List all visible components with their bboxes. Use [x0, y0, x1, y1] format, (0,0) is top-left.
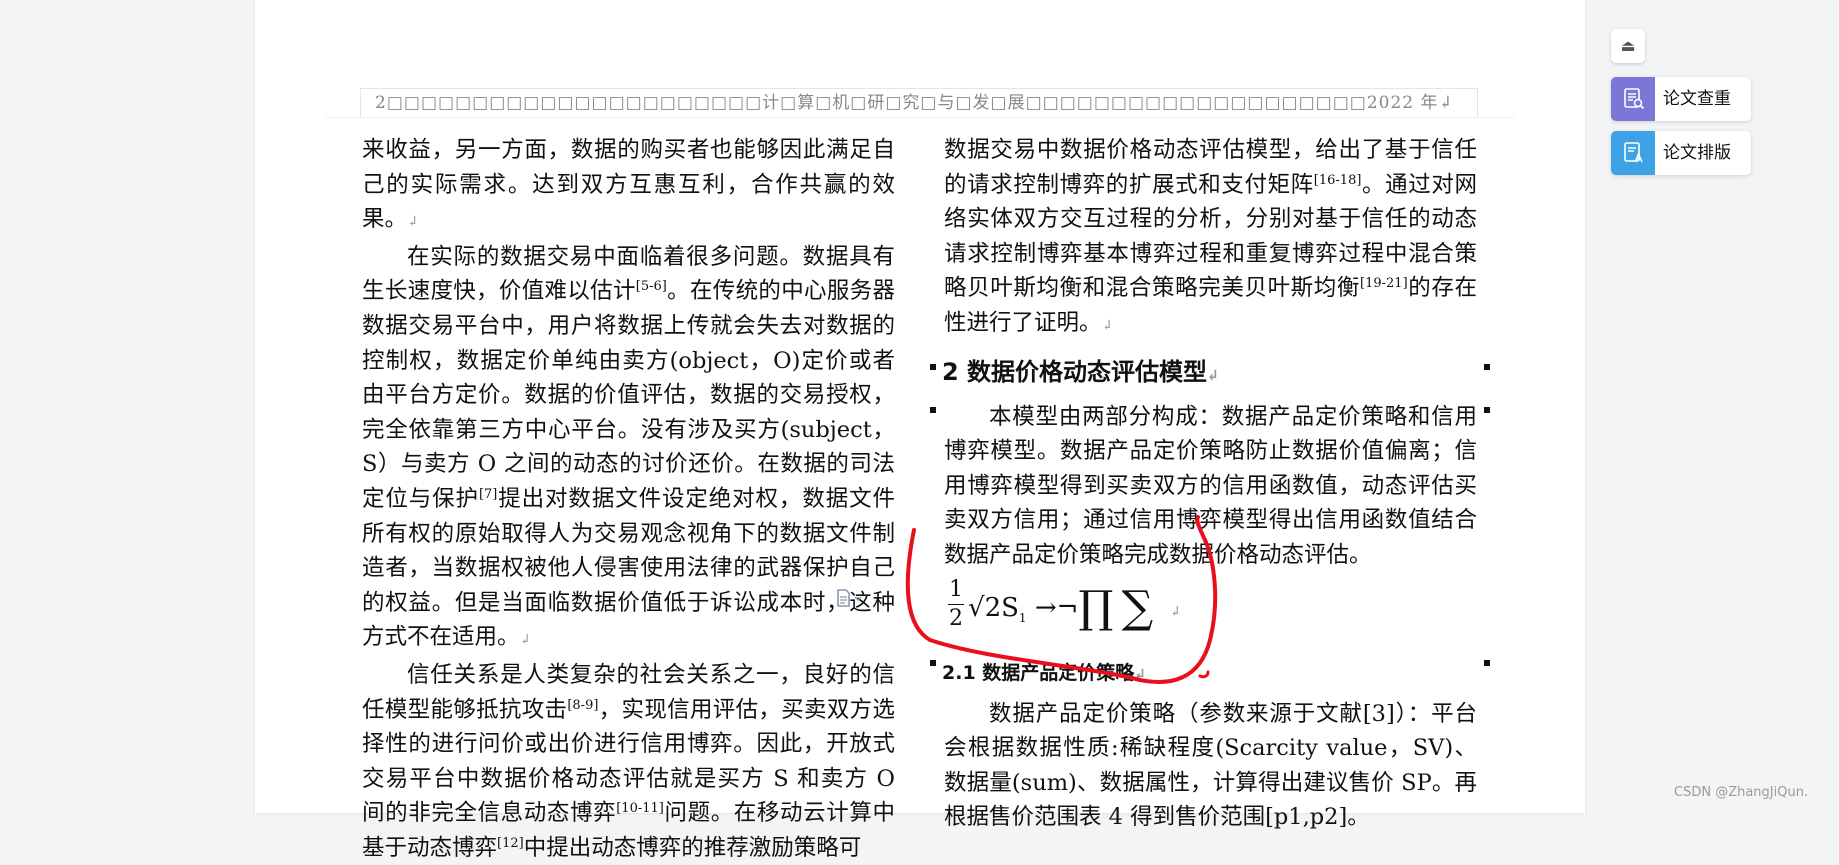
citation: [8-9]	[567, 697, 599, 713]
paragraph: 来收益，另一方面，数据的购买者也能够因此满足自己的实际需求。达到双方互惠互利，合…	[362, 137, 895, 233]
paste-options-icon[interactable]	[835, 588, 871, 612]
subsection-heading: 2.1 数据产品定价策略↲	[942, 661, 1147, 684]
citation: [19-21]	[1360, 276, 1408, 292]
paper-check-button[interactable]: 论文查重	[1611, 77, 1751, 121]
citation: [5-6]	[635, 279, 667, 295]
selection-handle	[1484, 407, 1490, 413]
equation-body: √2S1 →¬∏ ∑ ↲	[968, 581, 1182, 633]
paragraph-mark: ↲	[1169, 603, 1182, 620]
citation: [16-18]	[1313, 172, 1362, 188]
paragraph-mark: ↲	[407, 214, 419, 231]
left-column: 来收益，另一方面，数据的购买者也能够因此满足自己的实际需求。达到双方互惠互利，合…	[362, 133, 895, 865]
paper-check-label: 论文查重	[1663, 89, 1731, 109]
citation: [7]	[478, 486, 498, 502]
paragraph: 数据产品定价策略（参数来源于文献[3]）：平台会根据数据性质:稀缺程度(Scar…	[944, 700, 1477, 831]
paragraph: 信任关系是人类复杂的社会关系之一，良好的信任模型能够抵抗攻击[8-9]，实现信用…	[362, 661, 895, 861]
equation[interactable]: 1 2 √2S1 →¬∏ ∑ ↲	[944, 573, 1477, 651]
document-search-icon	[1611, 77, 1655, 121]
selection-handle	[930, 364, 936, 370]
paper-layout-button[interactable]: 论文排版	[1611, 131, 1751, 175]
eject-icon: ⏏	[1620, 36, 1636, 55]
running-header: 2□□□□□□□□□□□□□□□□□□□□□□计□算□机□研□究□与□发□展□□…	[375, 93, 1454, 113]
selection-handle	[1484, 364, 1490, 370]
document-format-icon	[1611, 131, 1655, 175]
citation: [12]	[497, 835, 524, 851]
paragraph-mark: ↲	[1101, 317, 1114, 334]
selection-handle	[930, 407, 936, 413]
paper-layout-label: 论文排版	[1663, 143, 1731, 163]
selection-handle	[930, 660, 936, 666]
paragraph-mark: ↲	[1207, 367, 1219, 384]
paragraph: 在实际的数据交易中面临着很多问题。数据具有生长速度快，价值难以估计[5-6]。在…	[362, 243, 895, 651]
selection-handle	[1484, 660, 1490, 666]
paragraph: 本模型由两部分构成：数据产品定价策略和信用博弈模型。数据产品定价策略防止数据价值…	[944, 403, 1477, 568]
section-heading: 2 数据价格动态评估模型↲	[942, 357, 1219, 386]
paragraph: 数据交易中数据价格动态评估模型，给出了基于信任的请求控制博弈的扩展式和支付矩阵[…	[944, 137, 1477, 336]
paragraph-mark: ↲	[1134, 666, 1147, 683]
right-column: 数据交易中数据价格动态评估模型，给出了基于信任的请求控制博弈的扩展式和支付矩阵[…	[942, 133, 1477, 835]
collapse-button[interactable]: ⏏	[1611, 29, 1645, 63]
watermark: CSDN @ZhangJiQun.	[1674, 785, 1809, 800]
citation: [10-11]	[616, 801, 664, 817]
paragraph-mark: ↲	[519, 632, 532, 649]
fraction: 1 2	[948, 576, 964, 631]
header-divider	[325, 117, 1515, 118]
